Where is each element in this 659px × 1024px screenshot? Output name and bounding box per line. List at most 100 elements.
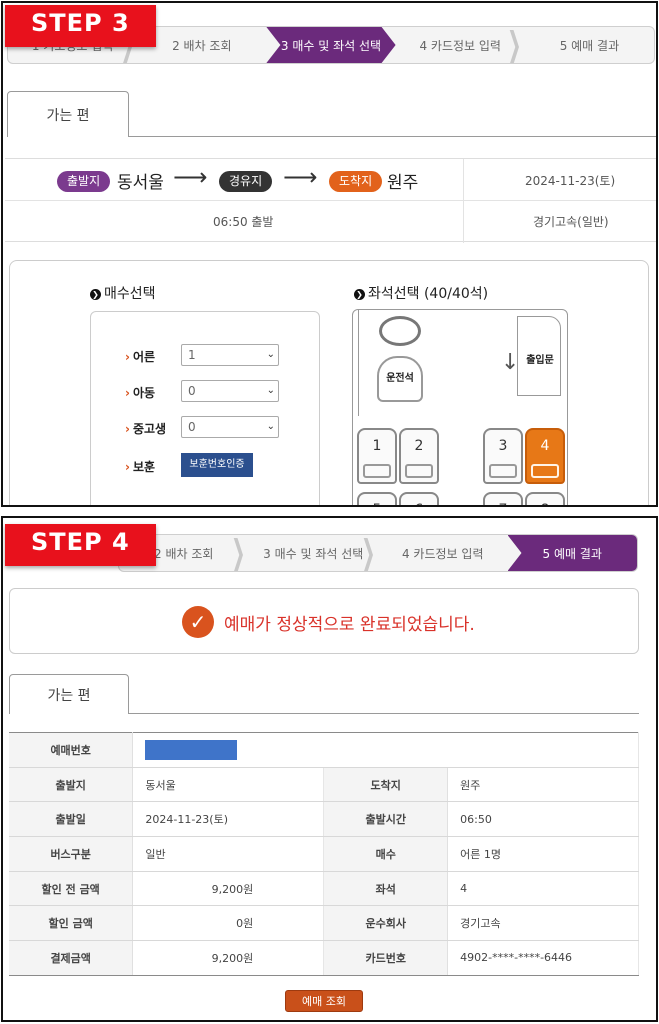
child-count-select[interactable]: 0 ⌄ [181, 380, 279, 402]
seat-3[interactable]: 3 [483, 428, 523, 484]
progress-step-label: 3 매수 및 좌석 선택 [280, 38, 382, 53]
driver-seat: 운전석 [375, 316, 425, 412]
count-section-title: ❯ 매수선택 [90, 283, 156, 303]
row-value: 4 [447, 870, 639, 907]
table-row: 예매번호 [9, 732, 639, 768]
row-label: 좌석 [323, 870, 449, 907]
table-row: 버스구분 일반 매수 어른 1명 [9, 836, 639, 872]
ticket-count-box: › 어른 1 ⌄ › 아동 0 ⌄ › 중고생 0 ⌄ › 보훈 보훈번호인증 [90, 311, 320, 505]
select-value: 0 [188, 384, 196, 398]
dest-tag: 도착지 [329, 171, 383, 192]
step4-panel: STEP 4 2 배차 조회 ❯ 3 매수 및 좌석 선택 ❯ 4 카드정보 입력 … [1, 516, 658, 1022]
dest-city: 원주 [387, 173, 419, 193]
seat-map: 운전석 ↓ 출입문 1 2 3 4 5 6 7 8 [352, 309, 568, 505]
progress-step-label: 3 매수 및 좌석 선택 [263, 546, 364, 561]
row-value: 어른 1명 [447, 836, 639, 872]
seat-6[interactable]: 6 [399, 492, 439, 505]
row-value: 9,200원 [132, 870, 325, 907]
row-value: 일반 [132, 836, 325, 872]
count-label: 중고생 [132, 422, 167, 436]
origin-tag: 출발지 [57, 171, 111, 192]
progress-step-label: 4 카드정보 입력 [401, 546, 484, 561]
tab-outbound[interactable]: 가는 편 [7, 91, 129, 137]
tab-divider [129, 136, 656, 137]
progress-step-5: 5 예매 결과 [507, 535, 637, 571]
seat-number: 5 [373, 502, 382, 505]
seat-cushion [489, 464, 517, 478]
seat-4-selected[interactable]: 4 [525, 428, 565, 484]
chevron-down-icon: ⌄ [266, 385, 275, 396]
student-count-select[interactable]: 0 ⌄ [181, 416, 279, 438]
row-label: 매수 [323, 836, 449, 872]
row-label: 버스구분 [9, 836, 134, 872]
select-value: 0 [188, 420, 196, 434]
bus-company: 경기고속(일반) [533, 215, 609, 229]
row-label: 출발지 [9, 766, 134, 803]
student-label: › 중고생 [125, 422, 167, 436]
chevron-right-icon: ❯ [231, 534, 246, 572]
progress-step-label: 2 배차 조회 [154, 546, 214, 561]
chevron-right-icon: ❯ [360, 534, 375, 572]
bullet-arrow-icon: ❯ [90, 289, 101, 300]
veteran-auth-button[interactable]: 보훈번호인증 [181, 453, 253, 477]
tab-outbound[interactable]: 가는 편 [9, 674, 129, 714]
row-value: 경기고속 [447, 905, 639, 942]
seat-2[interactable]: 2 [399, 428, 439, 484]
selection-box: ❯ 매수선택 ❯ 좌석선택 (40/40석) › 어른 1 ⌄ › 아동 0 ⌄ › 중고생 … [9, 260, 649, 505]
progress-step-label: 2 배차 조회 [172, 38, 232, 53]
route-summary: 출발지 동서울 ⟶ 경유지 ⟶ 도착지 원주 2024-11-23(토) 06:… [5, 158, 656, 243]
progress-step-3: 3 매수 및 좌석 선택 [266, 27, 395, 63]
seat-number: 3 [498, 438, 508, 454]
count-label: 아동 [132, 386, 156, 400]
seat-number: 6 [415, 502, 424, 505]
count-label: 보훈 [132, 460, 156, 474]
row-label: 출발시간 [323, 801, 449, 838]
progress-step-2: 2 배차 조회 [137, 27, 266, 63]
table-row: 결제금액 9,200원 카드번호 4902-****-****-6446 [9, 940, 639, 976]
adult-count-select[interactable]: 1 ⌄ [181, 344, 279, 366]
via-tag: 경유지 [219, 171, 273, 192]
entrance-door: 출입문 [517, 316, 561, 396]
seat-title-text: 좌석선택 (40/40석) [368, 286, 489, 302]
travel-date: 2024-11-23(토) [525, 174, 616, 188]
reservation-lookup-button[interactable]: 예매 조회 [285, 990, 363, 1012]
origin-city: 동서울 [117, 173, 164, 193]
arrow-right-icon: ⟶ [283, 163, 318, 191]
table-row: 할인 금액 0원 운수회사 경기고속 [9, 905, 639, 942]
seat-8[interactable]: 8 [525, 492, 565, 505]
step4-badge: STEP 4 [5, 524, 156, 566]
step3-badge: STEP 3 [5, 5, 156, 47]
table-row: 출발일 2024-11-23(토) 출발시간 06:50 [9, 801, 639, 838]
seat-number: 4 [540, 438, 550, 454]
seat-cushion [531, 464, 559, 478]
count-label: 어른 [132, 350, 156, 364]
row-value: 4902-****-****-6446 [447, 940, 639, 976]
seat-1[interactable]: 1 [357, 428, 397, 484]
seat-cushion [363, 464, 391, 478]
seat-5[interactable]: 5 [357, 492, 397, 505]
reservation-number-masked [132, 732, 639, 768]
seat-number: 2 [414, 438, 424, 454]
route-divider [463, 159, 464, 243]
row-label: 도착지 [323, 766, 449, 803]
progress-step-4: 4 카드정보 입력 ❯ [396, 27, 525, 63]
row-label: 출발일 [9, 801, 134, 838]
progress-step-label: 5 예매 결과 [559, 38, 620, 53]
table-row: 출발지 동서울 도착지 원주 [9, 766, 639, 803]
select-value: 1 [188, 348, 196, 362]
seat-number: 8 [541, 502, 550, 505]
departure-time: 06:50 출발 [213, 215, 274, 229]
completion-message: 예매가 정상적으로 완료되었습니다. [224, 615, 475, 635]
veteran-label: › 보훈 [125, 460, 156, 474]
child-label: › 아동 [125, 386, 156, 400]
seat-section-title: ❯ 좌석선택 (40/40석) [354, 283, 488, 303]
steering-wheel-icon [379, 316, 421, 346]
reservation-result-table: 예매번호 출발지 동서울 도착지 원주 출발일 2024-11-23(토) 출발시간 06:50… [9, 732, 639, 976]
row-value: 2024-11-23(토) [132, 801, 325, 838]
table-row: 할인 전 금액 9,200원 좌석 4 [9, 870, 639, 907]
booking-progress: 2 배차 조회 ❯ 3 매수 및 좌석 선택 ❯ 4 카드정보 입력 5 예매 결과 [118, 534, 638, 572]
driver-label: 운전석 [377, 356, 423, 402]
progress-step-5: 5 예매 결과 [525, 27, 654, 63]
seat-cushion [405, 464, 433, 478]
seat-7[interactable]: 7 [483, 492, 523, 505]
